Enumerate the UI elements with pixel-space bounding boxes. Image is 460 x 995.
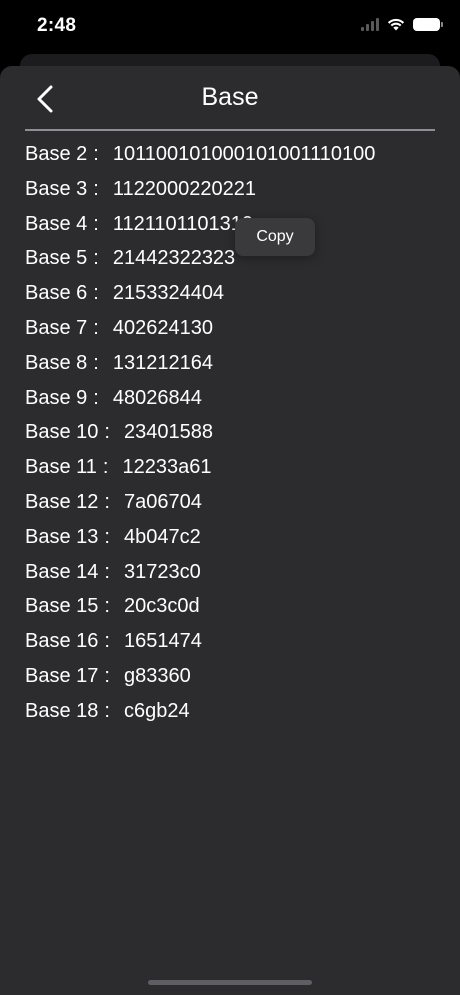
base-value[interactable]: 1651474 bbox=[124, 626, 202, 661]
separator: : bbox=[104, 490, 110, 513]
base-value[interactable]: 402624130 bbox=[113, 313, 213, 348]
separator: : bbox=[93, 143, 99, 165]
base-label: Base 8 bbox=[25, 351, 88, 374]
base-value[interactable]: 2153324404 bbox=[113, 278, 224, 313]
base-value[interactable]: 1121101101310 bbox=[113, 209, 253, 244]
list-item[interactable]: Base 17: g83360 bbox=[25, 661, 445, 696]
list-item[interactable]: Base 7:402624130 bbox=[25, 313, 445, 348]
base-label: Base 5 bbox=[25, 247, 88, 270]
separator: : bbox=[93, 212, 99, 235]
separator: : bbox=[93, 177, 99, 200]
status-time: 2:48 bbox=[37, 15, 77, 36]
base-label: Base 18 bbox=[25, 699, 99, 722]
base-label: Base 17 bbox=[25, 664, 99, 687]
list-item[interactable]: Base 10:23401588 bbox=[25, 417, 445, 452]
list-item[interactable]: Base 12:7a06704 bbox=[25, 487, 445, 522]
divider bbox=[25, 129, 435, 131]
status-icons bbox=[361, 17, 443, 31]
signal-icon bbox=[361, 17, 379, 31]
status-bar: 2:48 bbox=[0, 0, 460, 56]
base-label: Base 3 bbox=[25, 177, 88, 200]
separator: : bbox=[93, 351, 99, 374]
separator: : bbox=[102, 456, 109, 479]
list-item[interactable]: Base 3:1122000220221 bbox=[25, 174, 445, 209]
base-label: Base 15 bbox=[25, 595, 99, 618]
base-label: Base 10 bbox=[25, 421, 99, 444]
list-item[interactable]: Base 16:1651474 bbox=[25, 626, 445, 661]
separator: : bbox=[93, 316, 99, 339]
list-item[interactable]: Base 9:48026844 bbox=[25, 383, 445, 418]
base-value[interactable]: 7a06704 bbox=[124, 487, 202, 522]
base-value[interactable]: 48026844 bbox=[113, 383, 202, 418]
base-label: Base 16 bbox=[25, 630, 99, 653]
battery-icon bbox=[413, 17, 443, 31]
separator: : bbox=[104, 664, 110, 687]
separator: : bbox=[104, 630, 110, 653]
base-value[interactable]: 131212164 bbox=[113, 348, 213, 383]
base-label: Base 11 bbox=[25, 456, 97, 479]
base-value[interactable]: g83360 bbox=[124, 661, 191, 696]
list-item[interactable]: Base 2:101100101000101001110100 bbox=[25, 139, 445, 174]
base-value[interactable]: 1122000220221 bbox=[113, 174, 256, 209]
page-title: Base bbox=[201, 83, 259, 111]
base-label: Base 2 bbox=[25, 143, 88, 165]
list-item[interactable]: Base 13:4b047c2 bbox=[25, 522, 445, 557]
base-value[interactable]: 20c3c0d bbox=[124, 591, 200, 626]
copy-button[interactable]: Copy bbox=[235, 218, 315, 256]
separator: : bbox=[93, 282, 99, 305]
list-item[interactable]: Base 11:12233a61 bbox=[25, 452, 445, 487]
base-value[interactable]: 23401588 bbox=[124, 417, 213, 452]
separator: : bbox=[104, 560, 110, 583]
separator: : bbox=[104, 421, 110, 444]
separator: : bbox=[104, 595, 110, 618]
base-label: Base 13 bbox=[25, 525, 99, 548]
base-value[interactable]: 31723c0 bbox=[124, 557, 201, 592]
separator: : bbox=[93, 247, 99, 270]
base-label: Base 6 bbox=[25, 282, 88, 305]
base-label: Base 9 bbox=[25, 386, 88, 409]
separator: : bbox=[104, 699, 110, 722]
base-value[interactable]: 21442322323 bbox=[113, 243, 235, 278]
base-sheet: Base Base 2:101100101000101001110100 Base… bbox=[0, 66, 460, 995]
list-item[interactable]: Base 18: c6gb24 bbox=[25, 696, 445, 731]
screen: 2:48 Base Base 2:10110010100010100111010… bbox=[0, 0, 460, 995]
nav-bar: Base bbox=[0, 66, 460, 130]
separator: : bbox=[93, 386, 99, 409]
list-item[interactable]: Base 14:31723c0 bbox=[25, 557, 445, 592]
base-label: Base 4 bbox=[25, 212, 88, 235]
base-label: Base 7 bbox=[25, 316, 88, 339]
wifi-icon bbox=[387, 18, 405, 31]
base-value[interactable]: 4b047c2 bbox=[124, 522, 201, 557]
base-value[interactable]: 101100101000101001110100 bbox=[113, 139, 376, 174]
home-indicator bbox=[148, 980, 312, 985]
list-item[interactable]: Base 8:131212164 bbox=[25, 348, 445, 383]
base-label: Base 12 bbox=[25, 490, 99, 513]
list-item[interactable]: Base 15:20c3c0d bbox=[25, 591, 445, 626]
separator: : bbox=[104, 525, 110, 548]
base-label: Base 14 bbox=[25, 560, 99, 583]
list-item[interactable]: Base 6:2153324404 bbox=[25, 278, 445, 313]
base-value[interactable]: 12233a61 bbox=[122, 452, 211, 487]
base-value[interactable]: c6gb24 bbox=[124, 696, 190, 731]
